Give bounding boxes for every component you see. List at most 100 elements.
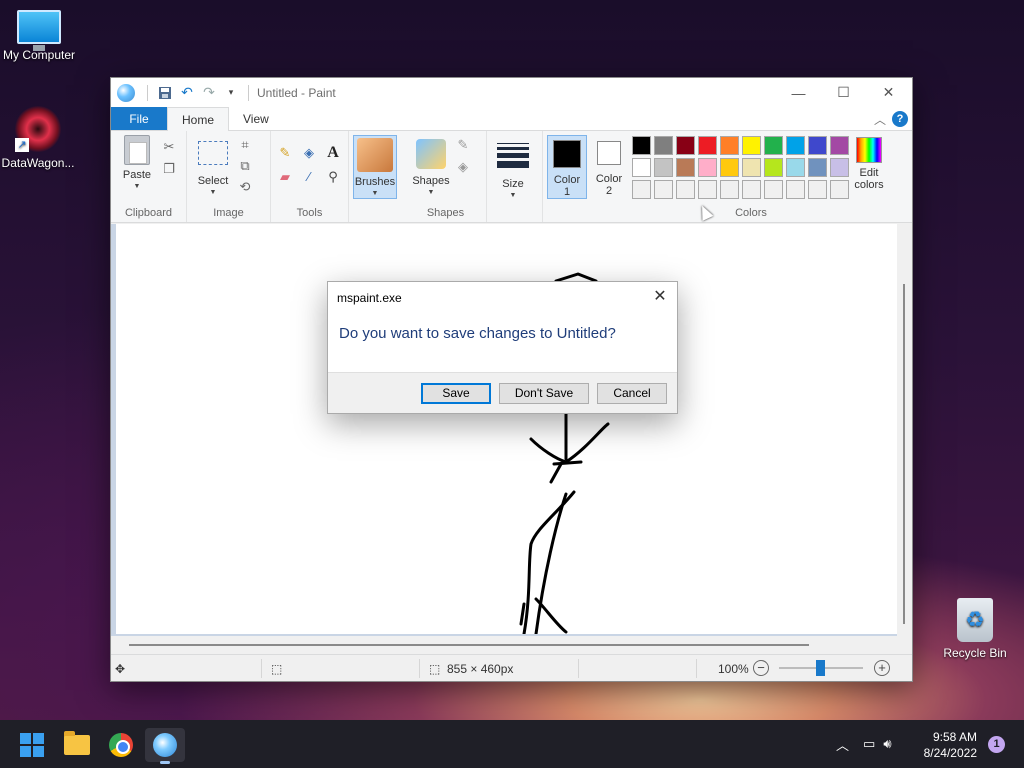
minimize-button[interactable]: ― <box>776 78 821 107</box>
start-button[interactable] <box>12 728 52 762</box>
paint-taskbar-button[interactable] <box>145 728 185 764</box>
palette-swatch[interactable] <box>764 158 783 177</box>
palette-swatch[interactable] <box>654 158 673 177</box>
color2-button[interactable]: Color 2 <box>589 135 629 199</box>
shape-fill-icon[interactable]: ◈ <box>455 159 471 175</box>
palette-swatch[interactable] <box>742 158 761 177</box>
notification-badge[interactable]: 1 <box>988 736 1005 753</box>
volume-icon[interactable]: 🔊︎ <box>883 736 891 752</box>
window-title: Untitled - Paint <box>257 85 336 100</box>
collapse-ribbon-icon[interactable]: ︿ <box>874 111 886 128</box>
group-label-colors: Colors <box>735 207 767 219</box>
undo-icon[interactable]: ↶ <box>176 82 198 104</box>
customize-quick-access-icon[interactable]: ▾ <box>220 82 242 104</box>
palette-swatch[interactable] <box>632 180 651 199</box>
size-button[interactable]: Size ▼ <box>493 135 533 202</box>
color-picker-icon[interactable]: ⁄ <box>301 169 317 185</box>
palette-swatch[interactable] <box>808 158 827 177</box>
shapes-group: Shapes ▼ ✎ ◈ Shapes <box>405 131 487 222</box>
file-explorer-button[interactable] <box>57 728 97 762</box>
vertical-scrollbar[interactable] <box>897 224 912 654</box>
palette-swatch[interactable] <box>786 158 805 177</box>
close-button[interactable]: ✕ <box>866 78 911 107</box>
palette-swatch[interactable] <box>698 180 717 199</box>
desktop-icon-label: Recycle Bin <box>943 646 1007 660</box>
cut-icon[interactable]: ✂ <box>161 139 177 155</box>
copy-icon[interactable]: ❐ <box>161 161 177 177</box>
dialog-title: mspaint.exe <box>337 291 402 305</box>
palette-swatch[interactable] <box>654 180 673 199</box>
dialog-message: Do you want to save changes to Untitled? <box>339 325 616 342</box>
brushes-button[interactable]: Brushes ▼ <box>353 135 397 199</box>
palette-swatch[interactable] <box>632 136 651 155</box>
palette-swatch[interactable] <box>808 180 827 199</box>
magnifier-icon[interactable]: ⚲ <box>325 169 341 185</box>
zoom-in-button[interactable]: + <box>874 660 890 676</box>
tab-view[interactable]: View <box>229 107 283 130</box>
edit-colors-label: Edit <box>859 167 879 179</box>
edit-colors-button[interactable]: Edit colors <box>847 135 891 191</box>
file-tab[interactable]: File <box>111 107 167 130</box>
crop-icon[interactable]: ⌗ <box>237 137 253 153</box>
eraser-icon[interactable]: ▰ <box>277 169 293 185</box>
palette-swatch[interactable] <box>698 158 717 177</box>
color1-swatch <box>553 140 581 168</box>
palette-swatch[interactable] <box>786 180 805 199</box>
paste-icon <box>124 135 150 165</box>
computer-icon <box>17 10 61 51</box>
dialog-close-button[interactable]: ✕ <box>649 286 671 308</box>
save-button[interactable]: Save <box>421 383 491 404</box>
redo-icon[interactable]: ↷ <box>198 82 220 104</box>
color1-button[interactable]: Color 1 <box>547 135 587 199</box>
palette-swatch[interactable] <box>676 158 695 177</box>
group-label-clipboard: Clipboard <box>124 207 173 219</box>
help-icon[interactable]: ? <box>892 111 908 127</box>
show-hidden-icons-icon[interactable]: ︿ <box>836 735 849 754</box>
scroll-thumb[interactable] <box>129 644 809 646</box>
zoom-slider-thumb[interactable] <box>816 660 825 676</box>
paste-button[interactable]: Paste ▼ <box>117 135 157 193</box>
palette-swatch[interactable] <box>654 136 673 155</box>
palette-swatch[interactable] <box>786 136 805 155</box>
palette-swatch[interactable] <box>676 180 695 199</box>
paint-app-icon[interactable] <box>117 83 135 102</box>
fill-icon[interactable]: ◈ <box>301 145 317 161</box>
clock-time: 9:58 AM <box>932 730 977 744</box>
palette-swatch[interactable] <box>764 180 783 199</box>
dont-save-button[interactable]: Don't Save <box>499 383 589 404</box>
desktop-icon-my-computer[interactable]: My Computer <box>0 10 81 62</box>
palette-swatch[interactable] <box>676 136 695 155</box>
palette-swatch[interactable] <box>720 136 739 155</box>
palette-swatch[interactable] <box>742 180 761 199</box>
palette-swatch[interactable] <box>720 180 739 199</box>
network-icon[interactable]: ▭ <box>863 736 875 752</box>
outline-icon[interactable]: ✎ <box>455 137 471 153</box>
chrome-button[interactable] <box>101 728 141 762</box>
palette-swatch[interactable] <box>808 136 827 155</box>
palette-swatch[interactable] <box>632 158 651 177</box>
resize-icon[interactable]: ⧉ <box>237 158 253 174</box>
shapes-button[interactable]: Shapes ▼ <box>411 135 451 199</box>
save-icon[interactable] <box>154 82 176 104</box>
palette-swatch[interactable] <box>720 158 739 177</box>
text-icon[interactable]: A <box>325 145 341 161</box>
palette-swatch[interactable] <box>764 136 783 155</box>
rotate-icon[interactable]: ⟲ <box>237 179 253 195</box>
ribbon: Paste ▼ ✂ ❐ Clipboard Select ▼ ⌗ ⧉ ⟲ Ima… <box>111 131 912 223</box>
select-button[interactable]: Select ▼ <box>193 141 233 199</box>
maximize-button[interactable]: ☐ <box>821 78 866 107</box>
palette-swatch[interactable] <box>742 136 761 155</box>
status-separator <box>696 659 697 678</box>
desktop-icon-recycle-bin[interactable]: ♻ Recycle Bin <box>933 598 1017 660</box>
horizontal-scrollbar[interactable] <box>111 636 897 654</box>
desktop-icon-datawagon[interactable]: ↗ DataWagon... <box>0 106 80 170</box>
cancel-button[interactable]: Cancel <box>597 383 667 404</box>
zoom-out-button[interactable]: − <box>753 660 769 676</box>
clock[interactable]: 9:58 AM 8/24/2022 <box>924 729 977 761</box>
pencil-icon[interactable]: ✎ <box>277 145 293 161</box>
palette-swatch[interactable] <box>698 136 717 155</box>
tab-home[interactable]: Home <box>167 107 230 132</box>
shortcut-arrow-icon: ↗ <box>15 138 29 152</box>
scroll-thumb[interactable] <box>903 284 905 624</box>
datawagon-icon: ↗ <box>15 106 61 152</box>
